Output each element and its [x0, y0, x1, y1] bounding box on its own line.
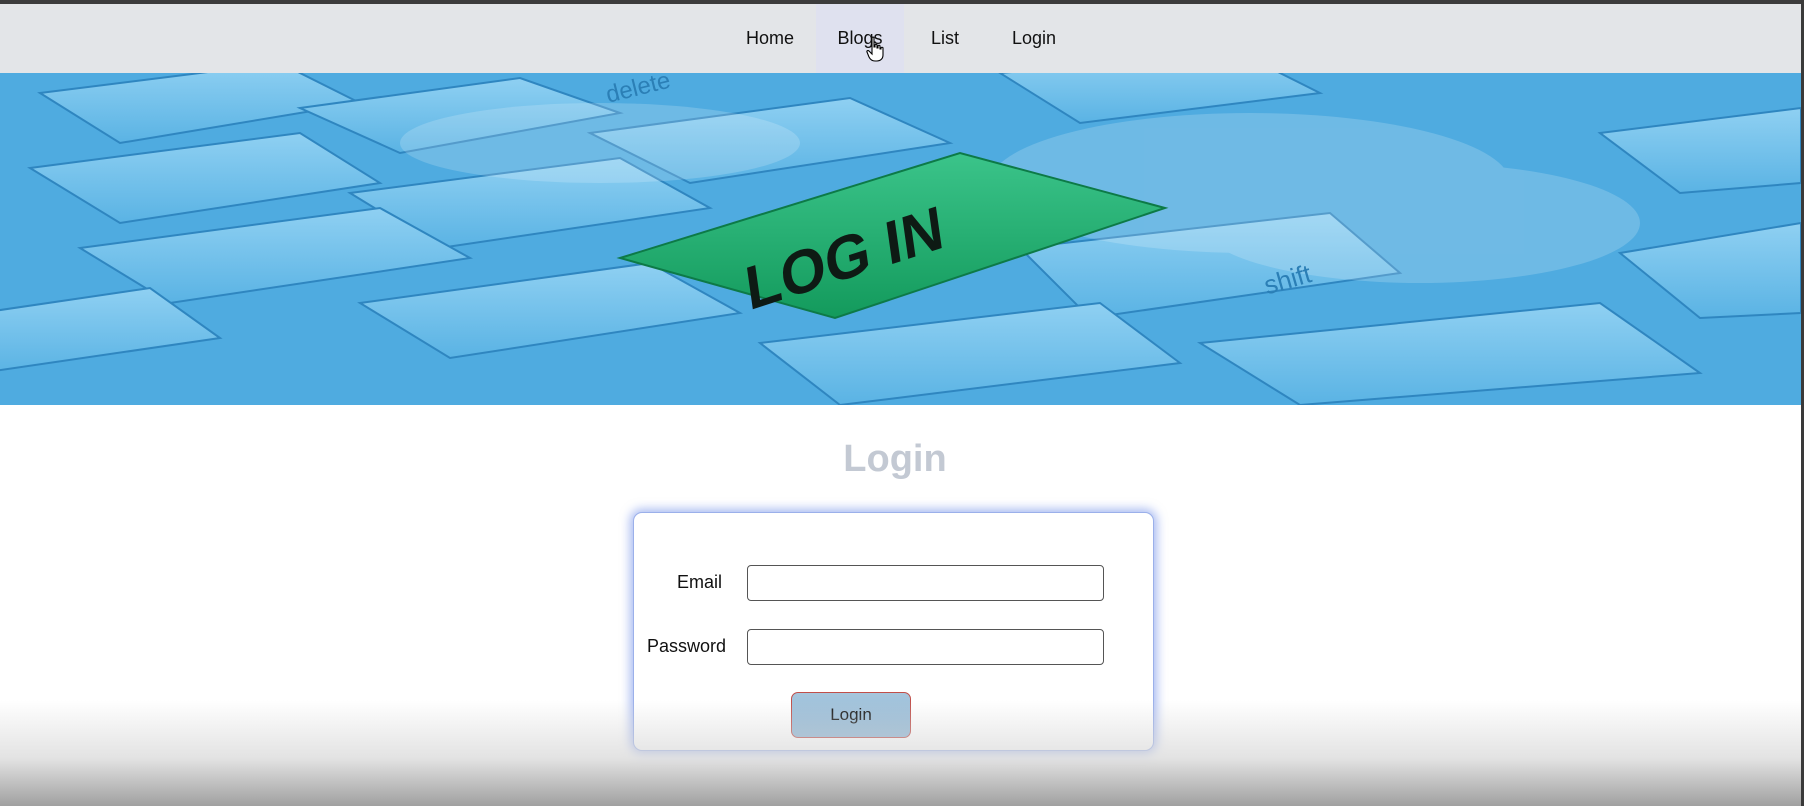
- nav-item-home[interactable]: Home: [726, 4, 814, 73]
- login-submit-button[interactable]: Login: [791, 692, 911, 738]
- nav-item-blogs[interactable]: Blogs: [816, 4, 904, 73]
- password-field[interactable]: [747, 629, 1104, 665]
- password-label: Password: [647, 636, 727, 656]
- email-label: Email: [677, 572, 723, 592]
- nav-item-login[interactable]: Login: [996, 4, 1072, 73]
- page: Home Blogs List Login LOG IN shift delet…: [0, 0, 1804, 806]
- email-field[interactable]: [747, 565, 1104, 601]
- keyboard-banner-image: LOG IN shift delete: [0, 73, 1801, 405]
- page-title: Login: [843, 438, 947, 480]
- hand-cursor-icon: [866, 36, 884, 62]
- hero-banner: LOG IN shift delete: [0, 73, 1801, 405]
- login-form-card: Email Password Login: [633, 512, 1154, 751]
- nav-item-list[interactable]: List: [906, 4, 984, 73]
- navbar: Home Blogs List Login: [0, 4, 1804, 73]
